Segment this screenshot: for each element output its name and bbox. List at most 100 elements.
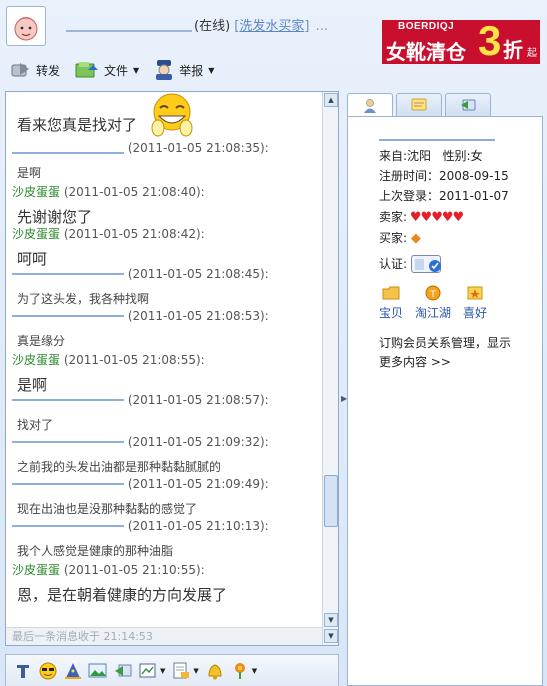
from-value: 沈阳 [407,149,432,163]
message-sender[interactable] [12,273,124,275]
last-message-status: 最后一条消息收于 21:14:53 [6,627,322,645]
ad-discount-suffix: 起 [527,48,537,59]
forward-label: 转发 [36,63,61,78]
message-header: (2011-01-05 21:10:13): [12,519,269,533]
heart-icon: ♥ [409,210,422,225]
crm-promo-link[interactable]: 订购会员关系管理，显示 更多内容 >> [379,334,539,372]
chat-toolbar: 转发 文件 ▼ 举报 ▼ [10,58,228,82]
tab-contact-info[interactable] [347,93,393,117]
sunglasses-smiley-icon [39,662,57,679]
message-header: (2011-01-05 21:08:57): [12,393,269,407]
online-status: (在线) [194,19,231,34]
chat-scrollbar[interactable]: ▲ ▼ ▼ [322,92,338,645]
send-file-button[interactable] [171,661,191,681]
scrollbar-thumb[interactable] [324,475,338,527]
message-sender[interactable] [12,525,124,527]
message-text: 是啊 [17,376,48,394]
reply-icon [461,99,476,111]
font-t-icon [17,664,29,678]
taojianghu-link[interactable]: T 淘江湖 [415,285,451,321]
message-sender[interactable] [12,315,124,317]
person-icon [364,98,376,113]
message-timestamp: (2011-01-05 21:08:35): [127,141,269,155]
message-timestamp: (2011-01-05 21:08:42): [63,227,205,241]
document-icon [173,662,190,678]
taojianghu-label: 淘江湖 [415,306,452,320]
emoticon-button[interactable] [38,661,58,681]
contact-group-link[interactable]: 洗发水买家 [239,19,304,34]
send-image-button[interactable] [88,661,108,681]
tab-reply[interactable] [445,93,491,116]
buyer-label: 买家: [379,231,408,245]
last-login-label: 上次登录： [379,189,440,203]
forward-button[interactable]: 转发 [10,58,60,82]
favorites-link[interactable]: 喜好 [463,285,487,321]
message-text: 为了这头发，我各种找啊 [17,292,150,306]
id-certified-icon[interactable] [410,254,441,273]
contact-title: x(在线) [洗发水买家] ... [66,15,328,36]
image-icon [88,663,107,677]
seller-rating-row: 卖家: ♥♥♥♥♥ [379,208,464,225]
avatar-cartoon-icon [14,17,38,41]
message-timestamp: (2011-01-05 21:09:32): [127,435,269,449]
message-sender[interactable]: x [12,138,124,154]
ad-sale-text: 女靴清仓 [386,40,466,64]
screenshot-dropdown-arrow-icon[interactable]: ▼ [160,667,165,675]
avatar[interactable] [6,6,46,46]
message-sender[interactable] [12,441,124,443]
ad-banner[interactable]: BOERDIQJ 女靴清仓 3 折 起 [382,20,540,64]
file-dropdown-arrow-icon[interactable]: ▼ [133,66,139,75]
scroll-down-arrow-icon[interactable]: ▼ [324,613,338,627]
file-send-dropdown-arrow-icon[interactable]: ▼ [193,667,198,675]
report-dropdown-arrow-icon[interactable]: ▼ [208,66,214,75]
gift-button[interactable] [230,661,250,681]
last-login-value: 2011-01-07 [439,189,509,203]
message-timestamp: (2011-01-05 21:10:55): [63,563,205,577]
scroll-bottom-arrow-icon[interactable]: ▼ [324,629,338,643]
message-sender[interactable]: 沙皮蛋蛋 [12,227,60,241]
magic-emoticon-button[interactable] [63,661,83,681]
profile-from-row: 来自:沈阳 性别:女 [379,147,483,164]
header: x(在线) [洗发水买家] ... BOERDIQJ 女靴清仓 3 折 起 [0,0,547,64]
bell-icon [208,663,222,679]
message-sender[interactable]: 沙皮蛋蛋 [12,563,60,577]
seller-label: 卖家: [379,210,408,224]
profile-name: x [379,128,495,144]
quick-reply-icon [115,664,132,676]
svg-text:T: T [429,290,436,300]
message-header: (2011-01-05 21:08:45): [12,267,269,281]
nudge-button[interactable] [205,661,225,681]
screenshot-button[interactable] [138,661,158,681]
certification-row: 认证: [379,254,441,274]
message-sender[interactable] [12,483,124,485]
report-menu-button[interactable]: 举报 ▼ [153,58,214,82]
scroll-up-arrow-icon[interactable]: ▲ [324,93,338,107]
heart-icon: ♥ [441,210,454,225]
font-button[interactable] [13,661,33,681]
products-link[interactable]: 宝贝 [379,285,403,321]
message-list: 看来您真是找对了x (2011-01-05 21:08:35):是啊沙皮蛋蛋 (… [6,92,322,627]
products-label: 宝贝 [379,306,404,320]
message-timestamp: (2011-01-05 21:08:57): [127,393,269,407]
file-menu-button[interactable]: 文件 ▼ [74,58,139,82]
diamond-icon: ◆ [410,231,421,246]
message-sender[interactable]: 沙皮蛋蛋 [12,185,60,199]
gift-dropdown-arrow-icon[interactable]: ▼ [252,667,257,675]
message-timestamp: (2011-01-05 21:08:45): [127,267,269,281]
message-text: 真是缘分 [17,334,66,348]
message-timestamp: (2011-01-05 21:08:40): [63,185,205,199]
message-text: 之前我的头发出油都是那种黏黏腻腻的 [17,460,222,474]
gender-label: 性别: [442,149,471,163]
quick-reply-button[interactable] [113,661,133,681]
message-header: 沙皮蛋蛋 (2011-01-05 21:08:42): [12,225,205,242]
from-label: 来自: [379,149,408,163]
screenshot-icon [139,663,156,677]
message-text: 先谢谢您了 [17,208,93,226]
message-text: 找对了 [17,418,54,432]
message-sender[interactable]: 沙皮蛋蛋 [12,353,60,367]
message-sender[interactable] [12,399,124,401]
chat-history-panel: 看来您真是找对了x (2011-01-05 21:08:35):是啊沙皮蛋蛋 (… [5,91,339,646]
panel-splitter[interactable] [339,91,347,686]
promo-line-2[interactable]: 更多内容 >> [379,353,539,372]
tab-notes[interactable] [396,93,442,116]
